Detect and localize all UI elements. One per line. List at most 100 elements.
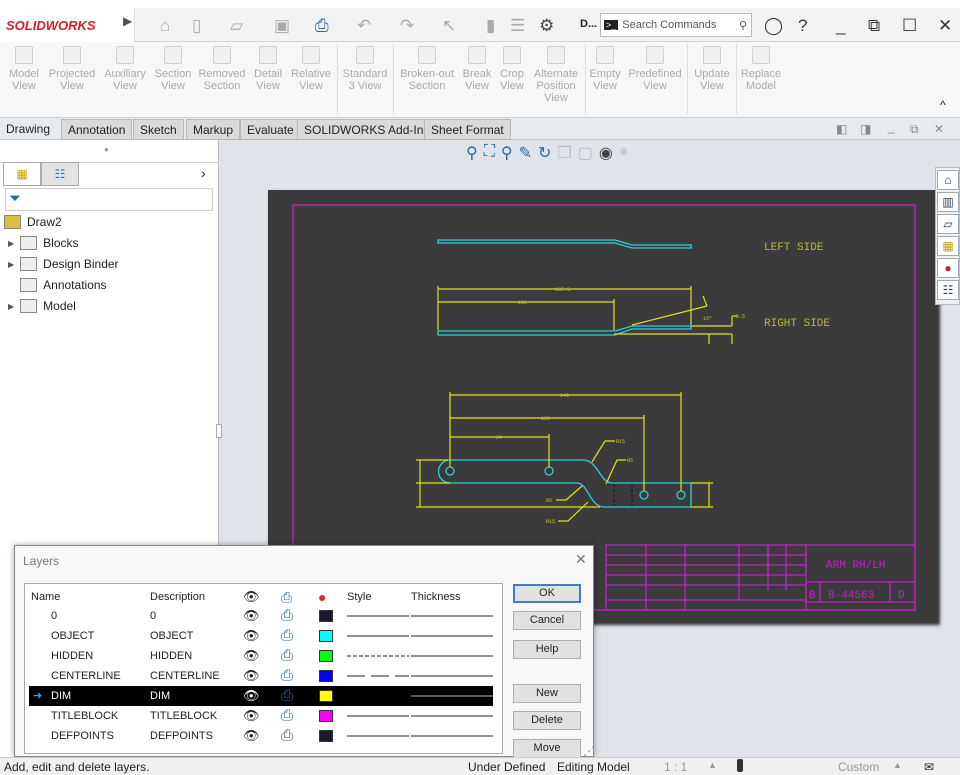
file-properties-icon[interactable]: ☰ <box>510 16 525 36</box>
previous-view-icon[interactable]: ◧ <box>836 122 847 136</box>
quick-tips-icon[interactable]: ✉ <box>924 760 934 774</box>
break-view-button[interactable]: Break View <box>461 46 493 92</box>
layer-line-thickness[interactable] <box>411 731 493 741</box>
tab-sheet-format[interactable]: Sheet Format <box>424 119 511 140</box>
print-column-icon[interactable]: ⎙ <box>281 587 292 607</box>
section-view-icon[interactable]: ✎ <box>519 143 532 163</box>
replace-model-button[interactable]: Replace Model <box>738 46 784 92</box>
dialog-close-icon[interactable]: ✕ <box>575 551 587 568</box>
layer-description[interactable]: DIM <box>150 686 170 706</box>
help-icon[interactable]: ? <box>798 16 807 36</box>
layer-line-thickness[interactable] <box>411 671 493 681</box>
zoom-to-area-icon[interactable]: ⛶ <box>484 143 495 163</box>
layer-name[interactable]: OBJECT <box>51 626 94 646</box>
new-layer-button[interactable]: New <box>513 684 581 703</box>
tree-item-design-binder[interactable]: ▶ Design Binder <box>8 257 119 271</box>
save-icon[interactable]: ▣ <box>274 16 290 36</box>
undo-icon[interactable]: ↶ <box>357 16 371 36</box>
expand-arrow-icon[interactable]: ▶ <box>8 260 14 269</box>
layer-description[interactable]: OBJECT <box>150 626 193 646</box>
layer-row[interactable]: 0 0 👁 ⎙ <box>29 606 493 626</box>
layer-line-style[interactable] <box>347 611 409 621</box>
layer-line-style[interactable] <box>347 671 409 681</box>
broken-out-section-button[interactable]: Broken-out Section <box>396 46 458 92</box>
display-style-icon[interactable]: ▢ <box>578 143 593 163</box>
units-menu-icon[interactable]: ▲ <box>893 760 902 770</box>
rebuild-icon[interactable]: ▮ <box>486 16 495 36</box>
column-name[interactable]: Name <box>31 587 60 607</box>
sheet-scale[interactable]: 1 : 1 <box>664 760 687 774</box>
expand-arrow-icon[interactable]: ▶ <box>8 239 14 248</box>
relative-view-button[interactable]: Relative View <box>288 46 334 92</box>
options-icon[interactable]: ⚙ <box>539 16 554 36</box>
layer-description[interactable]: TITLEBLOCK <box>150 706 217 726</box>
visibility-eye-icon[interactable]: 👁 <box>243 706 260 726</box>
printer-icon[interactable]: ⎙ <box>281 606 293 626</box>
doc-restore-icon[interactable]: ⧉ <box>910 122 919 137</box>
rotate-icon[interactable]: ↻ <box>538 143 551 163</box>
doc-close-icon[interactable]: ✕ <box>934 122 944 136</box>
layer-color-swatch[interactable] <box>319 690 333 702</box>
update-view-button[interactable]: Update View <box>690 46 734 92</box>
tree-item-model[interactable]: ▶ Model <box>8 299 76 313</box>
printer-icon[interactable]: ⎙ <box>281 626 293 646</box>
column-style[interactable]: Style <box>347 587 371 607</box>
new-icon[interactable]: ▯ <box>192 16 201 36</box>
tab-evaluate[interactable]: Evaluate <box>240 119 301 140</box>
layer-line-thickness[interactable] <box>411 691 493 701</box>
next-view-icon[interactable]: ◨ <box>860 122 871 136</box>
ok-button[interactable]: OK <box>513 584 581 603</box>
panel-collapse-handle[interactable] <box>216 424 222 438</box>
printer-icon[interactable]: ⎙ <box>281 706 293 726</box>
layer-line-style[interactable] <box>347 731 409 741</box>
feature-manager-tab[interactable]: ▦ <box>3 162 41 186</box>
printer-icon[interactable]: ⎙ <box>281 686 293 706</box>
layer-line-style[interactable] <box>347 651 409 661</box>
minimize-icon[interactable]: _ <box>836 16 845 36</box>
layer-line-thickness[interactable] <box>411 651 493 661</box>
tab-sketch[interactable]: Sketch <box>133 119 184 140</box>
delete-layer-button[interactable]: Delete <box>513 711 581 730</box>
doc-minimize-icon[interactable]: _ <box>888 120 895 134</box>
menu-expand-icon[interactable]: ▶ <box>123 14 132 28</box>
column-description[interactable]: Description <box>150 587 205 607</box>
layer-line-thickness[interactable] <box>411 611 493 621</box>
detail-view-button[interactable]: Detail View <box>249 46 287 92</box>
layer-line-thickness[interactable] <box>411 631 493 641</box>
layer-row[interactable]: OBJECT OBJECT 👁 ⎙ <box>29 626 493 646</box>
print-icon[interactable]: ⎙ <box>315 16 329 36</box>
layer-name[interactable]: DEFPOINTS <box>51 726 114 746</box>
layer-row[interactable]: HIDDEN HIDDEN 👁 ⎙ <box>29 646 493 666</box>
layer-color-swatch[interactable] <box>319 730 333 742</box>
alternate-position-view-button[interactable]: Alternate Position View <box>530 46 582 104</box>
appearance-icon[interactable]: ● <box>619 143 629 163</box>
splitter-handle[interactable]: ● <box>104 145 109 154</box>
layer-row[interactable]: DEFPOINTS DEFPOINTS 👁 ⎙ <box>29 726 493 746</box>
scale-menu-icon[interactable]: ▲ <box>708 760 717 770</box>
layer-name[interactable]: DIM <box>51 686 71 706</box>
section-view-button[interactable]: Section View <box>150 46 196 92</box>
layer-color-swatch[interactable] <box>319 630 333 642</box>
tree-filter-input[interactable]: ⏷ <box>5 188 213 211</box>
layer-row[interactable]: TITLEBLOCK TITLEBLOCK 👁 ⎙ <box>29 706 493 726</box>
home-icon[interactable]: ⌂ <box>160 16 170 36</box>
visibility-eye-icon[interactable]: 👁 <box>243 686 260 706</box>
crop-view-button[interactable]: Crop View <box>496 46 528 92</box>
resize-grip[interactable]: ⋰ <box>583 744 595 758</box>
layer-line-style[interactable] <box>347 711 409 721</box>
tree-root[interactable]: Draw2 <box>4 215 62 229</box>
standard-3-view-button[interactable]: Standard 3 View <box>340 46 390 92</box>
layer-line-style[interactable] <box>347 631 409 641</box>
layer-name[interactable]: TITLEBLOCK <box>51 706 118 726</box>
cancel-button[interactable]: Cancel <box>513 611 581 630</box>
redo-icon[interactable]: ↷ <box>400 16 414 36</box>
home-icon[interactable]: ⌂ <box>937 170 959 190</box>
panel-expand-icon[interactable]: › <box>201 165 206 181</box>
visibility-column-icon[interactable]: 👁 <box>243 587 260 607</box>
hide-show-items-icon[interactable]: ◉ <box>599 143 613 163</box>
unit-system[interactable]: Custom <box>838 760 879 774</box>
model-view-button[interactable]: Model View <box>4 46 44 92</box>
layer-color-swatch[interactable] <box>319 710 333 722</box>
appearances-icon[interactable]: ● <box>937 258 959 278</box>
printer-icon[interactable]: ⎙ <box>281 666 293 686</box>
